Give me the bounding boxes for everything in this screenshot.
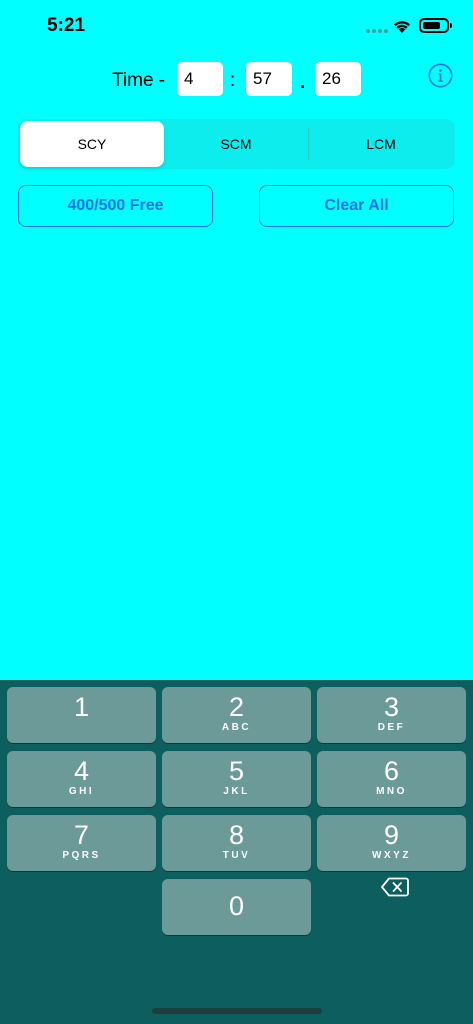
colon-separator: : (230, 70, 236, 91)
battery-tip (450, 23, 452, 28)
battery-icon (419, 18, 449, 33)
key-9[interactable]: 9 WXYZ (317, 815, 466, 871)
segment-scy-label: SCY (77, 136, 107, 152)
cellular-signal-icon (366, 29, 388, 33)
time-label: Time - (112, 70, 166, 91)
free-event-button[interactable]: 400/500 Free (18, 185, 213, 227)
segment-lcm-label: LCM (366, 136, 396, 152)
course-segmented-control: SCY SCM LCM (18, 119, 455, 169)
info-icon[interactable] (428, 63, 453, 88)
backspace-icon[interactable] (381, 877, 409, 897)
seconds-input[interactable] (246, 62, 292, 96)
status-bar: 5:21 (0, 0, 473, 50)
hundredths-input[interactable] (315, 62, 361, 96)
segment-scy[interactable]: SCY (20, 121, 164, 167)
status-time: 5:21 (47, 15, 86, 36)
dot-separator: . (300, 72, 306, 93)
key-5[interactable]: 5 JKL (162, 751, 311, 807)
key-2[interactable]: 2 ABC (162, 687, 311, 743)
segment-scm[interactable]: SCM (164, 121, 308, 167)
segment-scm-label: SCM (220, 136, 252, 152)
clear-all-button[interactable]: Clear All (259, 185, 454, 227)
key-4[interactable]: 4 GHI (7, 751, 156, 807)
numeric-keyboard: 1 2 ABC 3 DEF 4 GHI 5 JKL 6 MNO 7 PQRS 8 (0, 680, 473, 1024)
minutes-input[interactable] (177, 62, 223, 96)
wifi-icon (394, 21, 410, 33)
key-1[interactable]: 1 (7, 687, 156, 743)
key-7[interactable]: 7 PQRS (7, 815, 156, 871)
key-3[interactable]: 3 DEF (317, 687, 466, 743)
key-8[interactable]: 8 TUV (162, 815, 311, 871)
key-0[interactable]: 0 (162, 879, 311, 935)
home-indicator (152, 1008, 322, 1014)
key-6[interactable]: 6 MNO (317, 751, 466, 807)
segment-lcm[interactable]: LCM (309, 121, 453, 167)
app-screen: 5:21 Time - : . SCY SCM LCM 40 (0, 0, 473, 1024)
